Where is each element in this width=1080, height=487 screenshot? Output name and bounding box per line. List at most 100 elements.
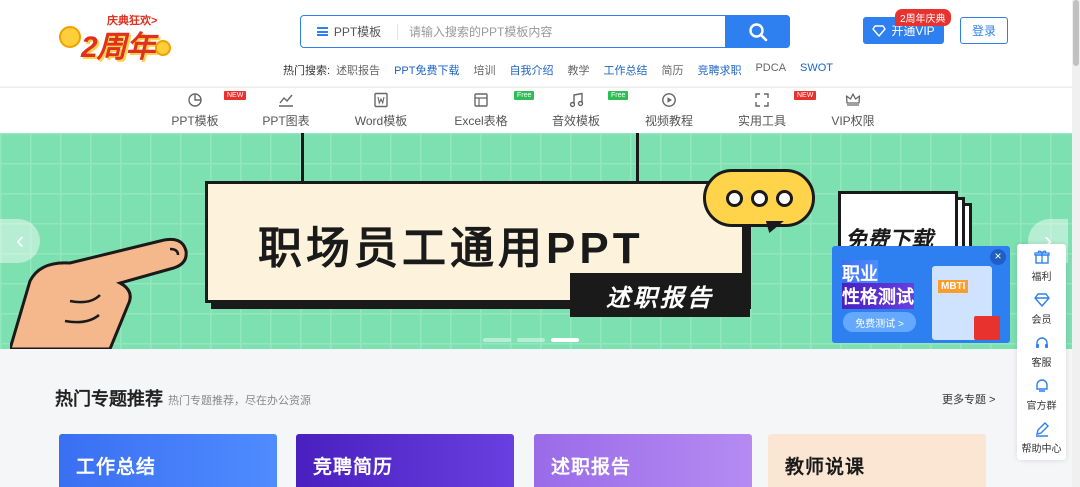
search-category-select[interactable]: PPT模板 [301, 16, 397, 47]
mbti-card-label: MBTI [938, 280, 969, 293]
topic-name: 教师说课 [785, 457, 866, 478]
sidebar-label: 官方群 [1026, 400, 1057, 412]
pie-chart-icon [188, 93, 202, 107]
coin-icon [155, 40, 171, 56]
topic-name: 述职报告 [551, 457, 632, 478]
speech-bubble-illustration [703, 169, 815, 227]
section-title: 热门专题推荐 [55, 389, 163, 409]
carousel-dot[interactable] [483, 338, 511, 342]
diamond-icon [872, 24, 887, 37]
free-test-button[interactable]: 免费测试 > [843, 312, 916, 332]
word-doc-icon [374, 92, 388, 108]
menu-icon [316, 27, 328, 36]
banner-headline: 职场员工通用PPT [258, 224, 644, 273]
excel-sheet-icon [474, 93, 488, 107]
nav-label: 实用工具 [737, 114, 786, 128]
topic-name: 工作总结 [76, 457, 157, 478]
scrollbar-thumb[interactable] [1073, 0, 1079, 66]
more-topics-link[interactable]: 更多专题 > [942, 391, 995, 407]
site-logo[interactable]: 庆典狂欢> 2周年 [55, 8, 175, 64]
banner-tag: 述职报告 [570, 273, 750, 317]
nav-utility-tools[interactable]: 实用工具 NEW [717, 91, 817, 129]
hot-search-bar: 热门搜索: 述职报告 PPT免费下载 培训 自我介绍 教学 工作总结 简历 竞聘… [283, 62, 833, 78]
sidebar-label: 帮助中心 [1021, 443, 1062, 455]
diamond-icon [1033, 292, 1050, 307]
nav-audio-template[interactable]: 音效模板 Free [531, 91, 629, 129]
edit-pencil-icon [1035, 421, 1049, 437]
banner-rope [301, 133, 304, 183]
nav-excel-sheet[interactable]: Excel表格 Free [436, 91, 535, 129]
line-chart-icon [279, 94, 293, 107]
bubble-dot [750, 189, 768, 207]
hot-search-keyword[interactable]: 自我介绍 [509, 62, 553, 78]
banner-rope [636, 133, 639, 183]
nav-label: Excel表格 [454, 114, 508, 128]
topic-card[interactable]: 述职报告 [534, 434, 752, 487]
carousel-indicators [483, 338, 579, 342]
carousel-dot[interactable] [517, 338, 545, 342]
nav-ppt-chart[interactable]: PPT图表 [241, 92, 331, 129]
close-icon[interactable]: × [990, 249, 1006, 265]
hot-search-label: 热门搜索: [283, 65, 331, 77]
music-note-icon [569, 92, 584, 108]
gift-box-illustration [974, 316, 1000, 340]
topic-card[interactable]: 教师说课 [768, 434, 986, 487]
nav-label: Word模板 [354, 114, 408, 128]
login-button[interactable]: 登录 [960, 17, 1008, 44]
mbti-promo-popup[interactable]: 职业 性格测试 免费测试 > MBTI × [832, 246, 1010, 343]
anniversary-badge: 2周年庆典 [895, 9, 951, 26]
nav-word-template[interactable]: Word模板 [336, 92, 426, 129]
nav-vip-rights[interactable]: VIP权限 [808, 92, 898, 129]
bubble-dot [725, 189, 743, 207]
search-button[interactable] [725, 15, 790, 48]
nav-label: VIP权限 [831, 114, 875, 128]
hot-search-keyword[interactable]: SWOT [800, 62, 833, 78]
category-nav: PPT模板 NEW PPT图表 Word模板 Excel表格 Free 音效模板… [0, 87, 1072, 133]
hot-search-keyword[interactable]: 竞聘求职 [697, 62, 741, 78]
search-divider [397, 24, 398, 40]
section-subtitle: 热门专题推荐，尽在办公资源 [168, 395, 311, 407]
tool-icon [755, 93, 769, 107]
hot-search-keyword[interactable]: 述职报告 [336, 62, 380, 78]
topic-card[interactable]: 竞聘简历 [296, 434, 514, 487]
chat-group-icon [1035, 378, 1048, 392]
hot-search-keyword[interactable]: PPT免费下载 [394, 62, 459, 78]
carousel-dot[interactable] [551, 338, 579, 342]
nav-video-tutorial[interactable]: 视频教程 [624, 92, 714, 129]
headset-icon [1035, 336, 1048, 348]
play-circle-icon [662, 93, 676, 107]
sidebar-member[interactable]: 会员 [1017, 287, 1066, 330]
sidebar-official-group[interactable]: 官方群 [1017, 373, 1066, 416]
topic-card[interactable]: 工作总结 [59, 434, 277, 487]
nav-label: 视频教程 [644, 114, 693, 128]
right-float-toolbar: 福利 会员 客服 官方群 帮助中心 [1017, 244, 1066, 460]
sidebar-help-center[interactable]: 帮助中心 [1017, 416, 1066, 459]
search-icon [748, 22, 767, 41]
crown-icon [845, 93, 861, 106]
sidebar-welfare[interactable]: 福利 [1017, 244, 1066, 287]
sidebar-label: 福利 [1031, 271, 1052, 283]
page-scrollbar[interactable] [1072, 0, 1080, 487]
hot-search-keyword[interactable]: 教学 [567, 62, 589, 78]
sidebar-label: 会员 [1031, 314, 1052, 326]
chevron-left-icon: ‹ [16, 227, 24, 254]
hot-search-keyword[interactable]: PDCA [755, 62, 786, 78]
nav-ppt-template[interactable]: PPT模板 NEW [150, 91, 247, 129]
coin-icon [59, 26, 81, 48]
sidebar-support[interactable]: 客服 [1017, 330, 1066, 373]
hot-search-keyword[interactable]: 工作总结 [603, 62, 647, 78]
nav-label: PPT模板 [171, 114, 219, 128]
mbti-line2: 性格测试 [842, 283, 914, 309]
search-input[interactable] [409, 22, 709, 42]
logo-title: 2周年 [81, 31, 156, 64]
nav-label: PPT图表 [262, 114, 310, 128]
hot-search-keyword[interactable]: 简历 [661, 62, 683, 78]
search-category-label: PPT模板 [333, 25, 382, 39]
search-bar: PPT模板 [300, 15, 790, 48]
sidebar-label: 客服 [1031, 357, 1052, 369]
bubble-dot [775, 189, 793, 207]
site-header: 庆典狂欢> 2周年 PPT模板 热门搜索: 述职报告 PPT免费下载 培训 自我… [0, 0, 1072, 86]
topic-name: 竞聘简历 [313, 457, 394, 478]
hot-search-keyword[interactable]: 培训 [473, 62, 495, 78]
gift-icon [1033, 249, 1050, 264]
